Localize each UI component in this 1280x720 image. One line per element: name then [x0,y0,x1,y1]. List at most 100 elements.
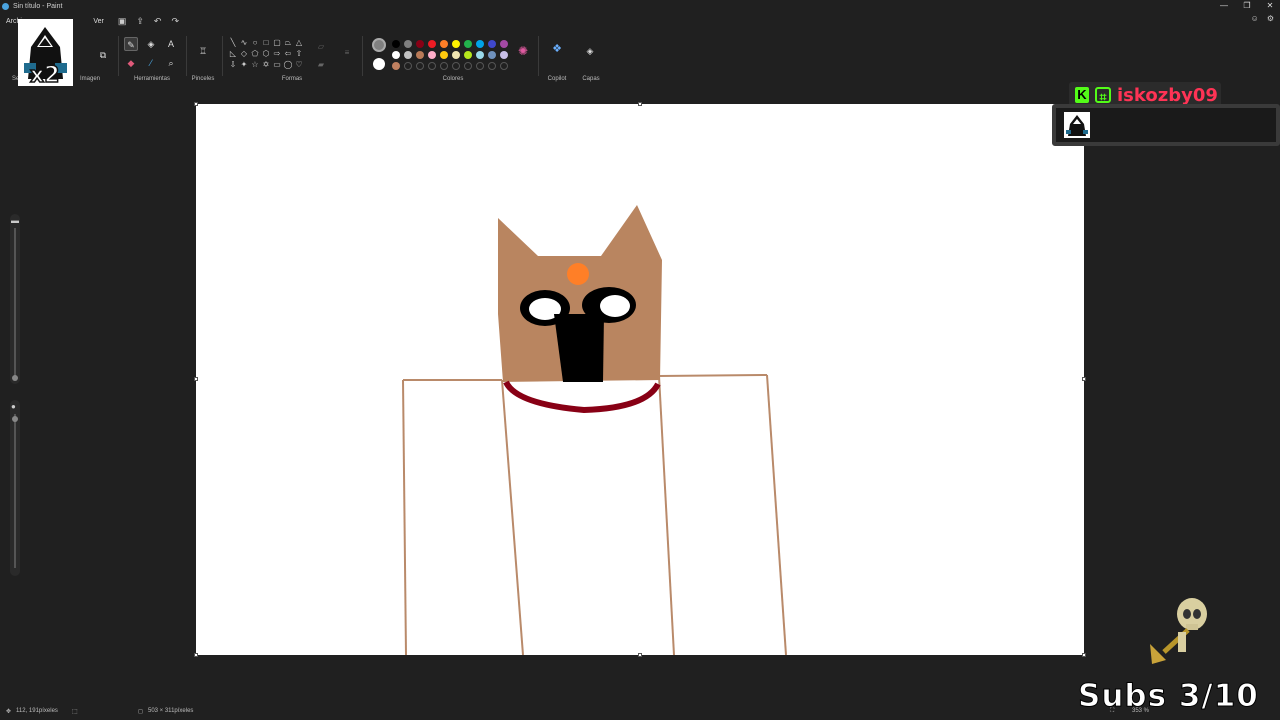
six-star-shape-icon[interactable]: ✡ [261,60,271,70]
right-arrow-shape-icon[interactable]: ⇨ [272,49,282,59]
opacity-knob[interactable] [12,416,18,422]
brush-size-slider[interactable]: ▬ [10,214,20,384]
resize-handle-l[interactable] [194,377,198,381]
palette-swatch[interactable] [476,51,484,59]
palette-swatch[interactable] [464,40,472,48]
palette-swatch[interactable] [488,62,496,70]
window-title: Sin título - Paint [13,2,63,10]
palette-swatch[interactable] [452,62,460,70]
left-arrow-shape-icon[interactable]: ⇦ [283,49,293,59]
menu-ver[interactable]: Ver [87,18,110,25]
tools-label: Herramientas [133,76,170,82]
rectangle-shape-icon[interactable]: □ [261,38,271,48]
five-star-shape-icon[interactable]: ☆ [250,60,260,70]
palette-swatch[interactable] [452,51,460,59]
resize-handle-t[interactable] [638,102,642,106]
resize-handle-bl[interactable] [194,653,198,657]
pentagon-shape-icon[interactable]: ⬠ [250,49,260,59]
eraser-icon[interactable]: ◆ [124,56,138,70]
palette-swatch[interactable] [416,62,424,70]
palette-swatch[interactable] [452,40,460,48]
undo-icon[interactable]: ↶ [154,16,162,27]
canvas-size-icon: ◻ [138,709,143,715]
palette-swatch[interactable] [392,40,400,48]
palette-swatch[interactable] [464,51,472,59]
palette-swatch[interactable] [404,62,412,70]
minimize-button[interactable]: — [1220,0,1228,12]
heart-shape-icon[interactable]: ♡ [294,60,304,70]
diamond-shape-icon[interactable]: ◇ [239,49,249,59]
maximize-button[interactable]: ❐ [1243,0,1251,12]
magnifier-icon[interactable]: ⌕ [164,56,178,70]
resize-handle-br[interactable] [1082,653,1086,657]
callout-rect-shape-icon[interactable]: ▭ [272,60,282,70]
brush-size-knob[interactable] [12,375,18,381]
resize-handle-r[interactable] [1082,377,1086,381]
triangle-shape-icon[interactable]: △ [294,38,304,48]
color1-swatch[interactable] [372,38,386,52]
palette-swatch[interactable] [500,40,508,48]
palette-swatch[interactable] [488,51,496,59]
text-icon[interactable]: A [164,37,178,51]
fill-icon[interactable]: ◈ [144,37,158,51]
save-icon[interactable]: ▣ [118,16,127,27]
outline-icon[interactable]: ▱ [316,42,326,52]
image-rotate-icon[interactable]: ⧉ [96,48,110,62]
kick-username: iskozby09 [1117,84,1218,106]
zoom-level[interactable]: 353 % [1132,708,1149,714]
callout-oval-shape-icon[interactable]: ◯ [283,60,293,70]
copilot-icon[interactable]: ❖ [550,42,564,56]
palette-swatch[interactable] [440,62,448,70]
palette-swatch[interactable] [404,40,412,48]
drawing-canvas[interactable] [196,104,1084,655]
curve-shape-icon[interactable]: ∿ [239,38,249,48]
layers-icon[interactable]: ◈ [583,44,597,58]
close-button[interactable]: ✕ [1266,0,1274,12]
share-icon[interactable]: ⇪ [136,16,144,27]
account-icon[interactable]: ☺ [1251,14,1259,23]
cursor-position: 112, 191píxeles [16,708,58,714]
fill-shape-icon[interactable]: ▰ [316,60,326,70]
palette-swatch[interactable] [464,62,472,70]
palette-swatch[interactable] [428,40,436,48]
palette-swatch[interactable] [428,51,436,59]
fit-window-icon[interactable]: ⛶ [1110,708,1114,715]
palette-swatch[interactable] [500,62,508,70]
brush-icon[interactable]: ♖ [196,44,210,58]
settings-icon[interactable]: ⚙ [1267,14,1274,23]
pencil-icon[interactable]: ✎ [124,37,138,51]
palette-swatch[interactable] [392,51,400,59]
rounded-rect-shape-icon[interactable]: ▢ [272,38,282,48]
menu-bar: Archivo Ver ▣ ⇪ ↶ ↷ [0,12,1280,30]
right-triangle-shape-icon[interactable]: ◺ [228,49,238,59]
size-icon[interactable]: ≡ [342,48,352,58]
four-star-shape-icon[interactable]: ✦ [239,60,249,70]
tools-group: ✎ ◈ A ◆ ⁄ ⌕ Herramientas [122,34,182,86]
palette-swatch[interactable] [392,62,400,70]
redo-icon[interactable]: ↷ [171,16,179,27]
down-arrow-shape-icon[interactable]: ⇩ [228,60,238,70]
edit-colors-icon[interactable]: ✺ [516,44,530,58]
title-bar: Sin título - Paint — ❐ ✕ [0,0,1280,12]
palette-swatch[interactable] [416,40,424,48]
palette-swatch[interactable] [440,40,448,48]
polygon-shape-icon[interactable]: ⏢ [283,38,293,48]
palette-swatch[interactable] [404,51,412,59]
resize-handle-b[interactable] [638,653,642,657]
palette-swatch[interactable] [416,51,424,59]
palette-swatch[interactable] [428,62,436,70]
palette-swatch[interactable] [476,40,484,48]
palette-swatch[interactable] [476,62,484,70]
up-arrow-shape-icon[interactable]: ⇧ [294,49,304,59]
color2-swatch[interactable] [373,58,385,70]
resize-handle-tl[interactable] [194,102,198,106]
palette-swatch[interactable] [488,40,496,48]
hexagon-shape-icon[interactable]: ⬡ [261,49,271,59]
opacity-slider[interactable]: ● [10,400,20,576]
palette-swatch[interactable] [440,51,448,59]
oval-shape-icon[interactable]: ○ [250,38,260,48]
selection-size-icon: ⬚ [72,709,78,715]
color-picker-icon[interactable]: ⁄ [144,56,158,70]
line-shape-icon[interactable]: ╲ [228,38,238,48]
palette-swatch[interactable] [500,51,508,59]
